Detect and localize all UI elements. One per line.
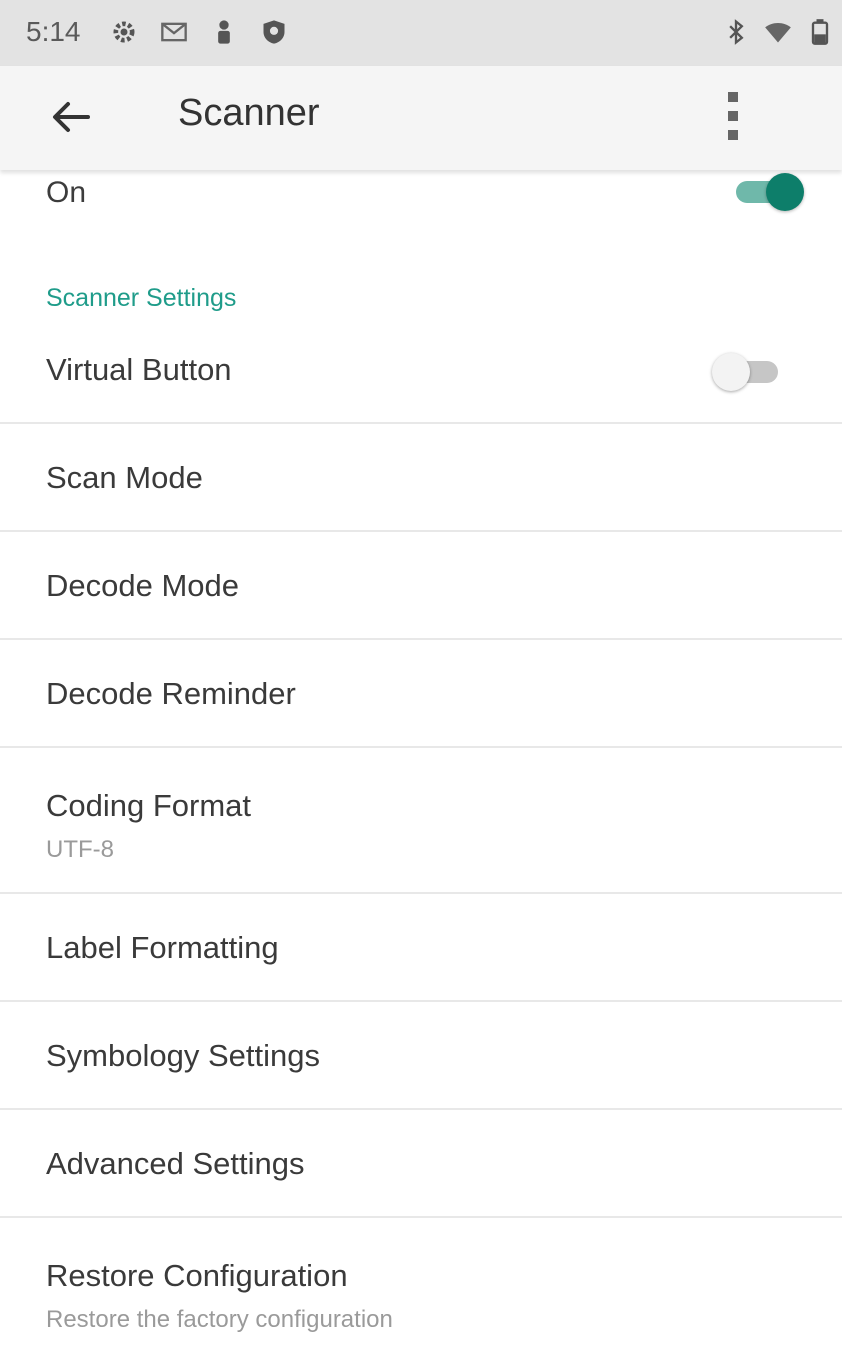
toggle-thumb [766, 173, 804, 211]
battery-icon [806, 17, 834, 47]
list-item-decode-mode[interactable]: Decode Mode [0, 532, 842, 640]
status-icons-right [722, 17, 834, 47]
virtual-button-toggle[interactable] [712, 352, 788, 392]
status-bar: 5:14 [0, 0, 842, 66]
list-item-restore-configuration[interactable]: Restore Configuration Restore the factor… [0, 1218, 842, 1364]
list-item-virtual-button[interactable]: Virtual Button [0, 316, 842, 424]
item-title: Virtual Button [46, 352, 232, 387]
wifi-icon [764, 17, 792, 47]
item-summary: Restore the factory configuration [46, 1306, 393, 1333]
item-title: Label Formatting [46, 930, 279, 965]
toggle-thumb [712, 353, 750, 391]
mail-icon [160, 17, 188, 47]
list-item-label-formatting[interactable]: Label Formatting [0, 894, 842, 1002]
item-title: Symbology Settings [46, 1038, 320, 1073]
list-item-coding-format[interactable]: Coding Format UTF-8 [0, 748, 842, 894]
main-switch-label: On [46, 176, 87, 209]
item-title: Restore Configuration [46, 1258, 348, 1293]
person-icon [210, 17, 238, 47]
list-item-scan-mode[interactable]: Scan Mode [0, 424, 842, 532]
item-title: Scan Mode [46, 460, 203, 495]
arrow-left-icon[interactable] [48, 94, 94, 140]
item-title: Decode Mode [46, 568, 240, 603]
page-title: Scanner [178, 92, 320, 134]
item-title: Advanced Settings [46, 1146, 305, 1181]
list-item-symbology-settings[interactable]: Symbology Settings [0, 1002, 842, 1110]
main-switch-toggle[interactable] [730, 172, 806, 212]
item-title: Coding Format [46, 788, 252, 823]
status-time: 5:14 [26, 16, 81, 47]
main-switch-row[interactable]: On [0, 170, 842, 222]
list-item-advanced-settings[interactable]: Advanced Settings [0, 1110, 842, 1218]
bluetooth-icon [722, 17, 750, 47]
more-vert-icon[interactable] [718, 88, 748, 144]
settings-icon [110, 17, 138, 47]
shield-icon [260, 17, 288, 47]
settings-list: Virtual Button Scan Mode Decode Mode Dec… [0, 316, 842, 1364]
app-bar: Scanner [0, 66, 842, 170]
item-summary: UTF-8 [46, 836, 114, 863]
status-icons-left [110, 17, 288, 47]
list-item-decode-reminder[interactable]: Decode Reminder [0, 640, 842, 748]
section-header: Scanner Settings [46, 284, 237, 312]
item-title: Decode Reminder [46, 676, 296, 711]
